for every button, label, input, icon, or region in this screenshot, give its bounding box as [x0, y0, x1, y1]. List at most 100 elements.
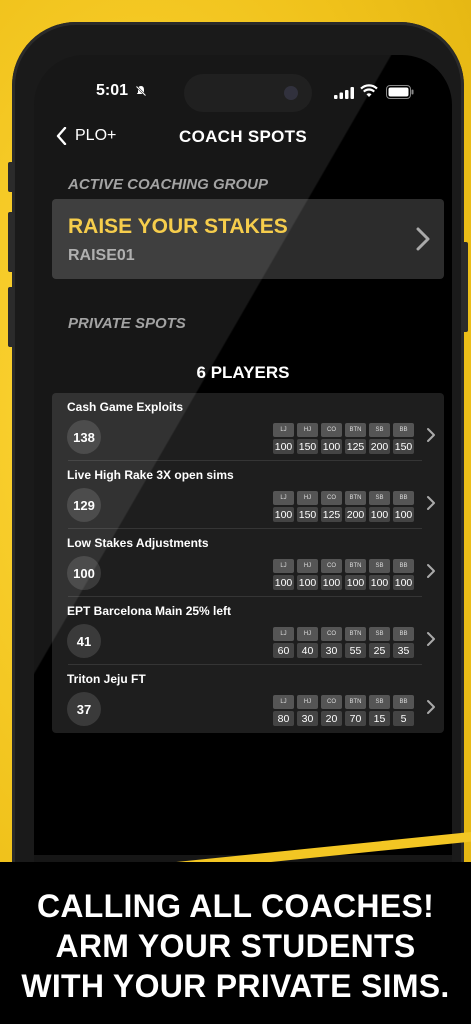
spot-count-badge: 100: [67, 556, 101, 590]
promo-headline: CALLING ALL COACHES! ARM YOUR STUDENTS W…: [0, 886, 471, 1006]
chevron-right-icon: [416, 227, 430, 251]
stack-column: CO 100: [321, 423, 342, 454]
spots-list: Cash Game Exploits 138 LJ 100 HJ 150 CO 100 BTN 1…: [52, 393, 444, 733]
stack-sizes: LJ 100 HJ 100 CO 100 BTN 100 SB 100 BB 100: [273, 559, 414, 590]
position-label: BTN: [345, 559, 366, 573]
stack-column: HJ 150: [297, 491, 318, 522]
spot-row[interactable]: Low Stakes Adjustments 100 LJ 100 HJ 100 CO 100…: [52, 529, 444, 597]
stack-column: SB 200: [369, 423, 390, 454]
position-label: HJ: [297, 627, 318, 641]
stack-column: BTN 55: [345, 627, 366, 658]
stack-column: HJ 30: [297, 695, 318, 726]
stack-column: LJ 100: [273, 491, 294, 522]
stack-value: 30: [297, 711, 318, 726]
position-label: CO: [321, 491, 342, 505]
position-label: BTN: [345, 491, 366, 505]
status-bar: 5:01: [34, 55, 452, 125]
position-label: SB: [369, 491, 390, 505]
stack-value: 100: [273, 575, 294, 590]
app-screen: 5:01 PLO+ COACH SPOTS ACTIVE COACHING GR…: [34, 55, 452, 955]
stack-column: BTN 100: [345, 559, 366, 590]
spot-row[interactable]: EPT Barcelona Main 25% left 41 LJ 60 HJ 40 CO 3…: [52, 597, 444, 665]
stack-value: 100: [369, 575, 390, 590]
dynamic-island: [184, 74, 312, 112]
stack-column: HJ 40: [297, 627, 318, 658]
promo-line-2: ARM YOUR STUDENTS: [55, 928, 416, 964]
active-group-section-label: ACTIVE COACHING GROUP: [68, 176, 269, 193]
spot-name: Low Stakes Adjustments: [67, 536, 209, 550]
stack-column: SB 100: [369, 559, 390, 590]
stack-column: LJ 60: [273, 627, 294, 658]
stack-column: BB 150: [393, 423, 414, 454]
camera-icon: [284, 86, 298, 100]
stack-value: 150: [393, 439, 414, 454]
stack-column: CO 100: [321, 559, 342, 590]
stack-value: 125: [345, 439, 366, 454]
stack-column: CO 20: [321, 695, 342, 726]
stack-column: BB 100: [393, 491, 414, 522]
spot-row[interactable]: Cash Game Exploits 138 LJ 100 HJ 150 CO 100 BTN 1…: [52, 393, 444, 461]
position-label: LJ: [273, 559, 294, 573]
stack-value: 100: [345, 575, 366, 590]
players-count-label: 6 PLAYERS: [196, 363, 290, 382]
wifi-icon: [360, 84, 378, 97]
chevron-right-icon: [427, 564, 435, 578]
position-label: LJ: [273, 627, 294, 641]
stack-sizes: LJ 100 HJ 150 CO 125 BTN 200 SB 100 BB 100: [273, 491, 414, 522]
position-label: LJ: [273, 491, 294, 505]
stack-value: 30: [321, 643, 342, 658]
spot-name: EPT Barcelona Main 25% left: [67, 604, 232, 618]
stack-sizes: LJ 100 HJ 150 CO 100 BTN 125 SB 200 BB 150: [273, 423, 414, 454]
stack-column: BB 5: [393, 695, 414, 726]
stack-value: 60: [273, 643, 294, 658]
chevron-right-icon: [427, 496, 435, 510]
position-label: CO: [321, 695, 342, 709]
stack-value: 70: [345, 711, 366, 726]
stack-value: 80: [273, 711, 294, 726]
position-label: BB: [393, 559, 414, 573]
spot-name: Triton Jeju FT: [67, 672, 146, 686]
position-label: BB: [393, 423, 414, 437]
stack-value: 125: [321, 507, 342, 522]
position-label: BB: [393, 491, 414, 505]
stack-column: HJ 100: [297, 559, 318, 590]
spot-row[interactable]: Triton Jeju FT 37 LJ 80 HJ 30 CO 20 BTN 70 SB 15 BB 5: [52, 665, 444, 733]
promo-line-3: WITH YOUR PRIVATE SIMS.: [21, 968, 450, 1004]
stack-value: 100: [321, 439, 342, 454]
stack-column: BTN 125: [345, 423, 366, 454]
phone-side-button: [8, 212, 14, 272]
phone-frame: 5:01 PLO+ COACH SPOTS ACTIVE COACHING GR…: [8, 22, 468, 955]
stack-value: 100: [393, 575, 414, 590]
position-label: BB: [393, 695, 414, 709]
chevron-right-icon: [427, 428, 435, 442]
spot-row[interactable]: Live High Rake 3X open sims 129 LJ 100 HJ 150…: [52, 461, 444, 529]
spot-name: Cash Game Exploits: [67, 400, 184, 414]
stack-value: 100: [273, 439, 294, 454]
stack-column: LJ 80: [273, 695, 294, 726]
stack-column: BB 100: [393, 559, 414, 590]
stack-sizes: LJ 80 HJ 30 CO 20 BTN 70 SB 15 BB 5: [273, 695, 414, 726]
position-label: CO: [321, 423, 342, 437]
position-label: LJ: [273, 423, 294, 437]
position-label: SB: [369, 695, 390, 709]
stack-sizes: LJ 60 HJ 40 CO 30 BTN 55 SB 25 BB 35: [273, 627, 414, 658]
private-spots-section-label: PRIVATE SPOTS: [68, 315, 186, 332]
signal-icon: [334, 87, 354, 99]
spot-count-badge: 129: [67, 488, 101, 522]
position-label: HJ: [297, 695, 318, 709]
stack-value: 5: [393, 711, 414, 726]
stack-value: 15: [369, 711, 390, 726]
stack-value: 35: [393, 643, 414, 658]
stack-value: 100: [369, 507, 390, 522]
page-title: COACH SPOTS: [179, 127, 307, 146]
position-label: SB: [369, 627, 390, 641]
active-group-card[interactable]: RAISE YOUR STAKES RAISE01: [52, 199, 444, 279]
position-label: CO: [321, 559, 342, 573]
stack-column: CO 30: [321, 627, 342, 658]
stack-column: SB 25: [369, 627, 390, 658]
position-label: BTN: [345, 423, 366, 437]
spot-count-badge: 41: [67, 624, 101, 658]
stack-value: 200: [345, 507, 366, 522]
bell-muted-icon: [135, 85, 147, 97]
nav-bar: PLO+ COACH SPOTS: [34, 121, 452, 157]
